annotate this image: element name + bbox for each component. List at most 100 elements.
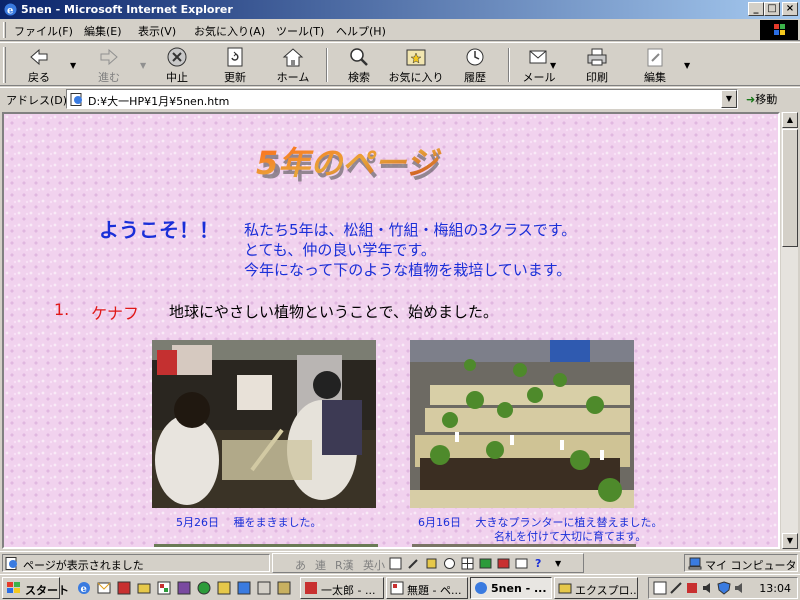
minimize-button[interactable]: _ [748, 2, 764, 16]
mail-dropdown-icon[interactable]: ▼ [550, 61, 556, 70]
edit-dropdown-icon[interactable]: ▼ [684, 61, 690, 70]
ime-kanji[interactable]: R漢 [335, 557, 354, 573]
section-name: ケナフ [91, 304, 140, 323]
page-content: 5年のページ 5年のページ ようこそ！！ 私たち5年は、松組・竹組・梅組の3クラ… [2, 112, 780, 549]
app2-quicklaunch-icon[interactable] [216, 580, 232, 596]
ie-icon [475, 582, 487, 594]
app5-quicklaunch-icon[interactable] [276, 580, 292, 596]
home-button[interactable]: ホーム [270, 46, 316, 84]
task-paint[interactable]: 無題 - ペ... [386, 577, 468, 599]
ime-pad-icon[interactable] [389, 557, 402, 570]
vertical-scrollbar[interactable]: ▲ ▼ [780, 112, 798, 549]
history-button[interactable]: 履歴 [452, 46, 498, 84]
explorer-quicklaunch-icon[interactable] [136, 580, 152, 596]
tray-pen-icon[interactable] [669, 581, 683, 595]
task-ichitaro[interactable]: 一太郎 - ... [300, 577, 384, 599]
ime-green-icon[interactable] [479, 557, 492, 570]
back-label: 戻る [28, 71, 50, 84]
print-button[interactable]: 印刷 [574, 46, 620, 84]
ime-dictionary-icon[interactable] [425, 557, 438, 570]
task-label: 無題 - ペ... [407, 584, 462, 597]
task-ie-5nen[interactable]: 5nen - ... [470, 577, 552, 599]
start-button[interactable]: スタート [2, 577, 69, 599]
close-button[interactable]: × [782, 2, 798, 16]
app-quicklaunch-icon[interactable] [196, 580, 212, 596]
page-icon [70, 93, 82, 106]
ie-quicklaunch-icon[interactable]: e [76, 580, 92, 596]
page-title: 5年のページ [256, 144, 442, 182]
address-dropdown-icon[interactable]: ▼ [721, 90, 737, 108]
tray-volume-icon[interactable] [701, 581, 715, 595]
search-label: 検索 [348, 71, 370, 84]
forward-button[interactable]: 進む [86, 46, 132, 84]
scroll-up-icon[interactable]: ▲ [782, 112, 798, 128]
menubar-grip [3, 22, 6, 38]
ichitaro-icon [305, 582, 317, 594]
back-button[interactable]: 戻る [16, 46, 62, 84]
ime-pen-icon[interactable] [407, 557, 420, 570]
stop-button[interactable]: 中止 [154, 46, 200, 84]
ime-hiragana[interactable]: あ [295, 557, 306, 573]
forward-dropdown-icon[interactable]: ▼ [140, 61, 146, 70]
tray-shield-icon[interactable] [717, 581, 731, 595]
mail-icon [529, 50, 547, 64]
refresh-button[interactable]: 更新 [212, 46, 258, 84]
menu-favorites[interactable]: お気に入り(A) [194, 23, 265, 39]
stop-label: 中止 [166, 71, 188, 84]
svg-text:e: e [81, 584, 87, 595]
forward-arrow-icon [100, 48, 118, 66]
status-bar: ページが表示されました あ 連 R漢 英小 ? ▼ マイ コンピュータ [0, 551, 800, 573]
scroll-thumb[interactable] [782, 129, 798, 247]
ime-conversion[interactable]: 連 [315, 557, 326, 573]
ime-menu-icon[interactable]: ▼ [555, 559, 561, 568]
clock[interactable]: 13:04 [759, 582, 791, 595]
ime-help-icon[interactable]: ? [535, 557, 541, 570]
menu-bar: ファイル(F) 編集(E) 表示(V) お気に入り(A) ツール(T) ヘルプ(… [0, 19, 800, 41]
ime-english[interactable]: 英小 [363, 557, 385, 573]
favorites-button[interactable]: お気に入り [388, 46, 444, 84]
photo-caption-1: 5月26日 種をまきました。 [176, 516, 322, 529]
paint-quicklaunch-icon[interactable] [156, 580, 172, 596]
maximize-button[interactable]: □ [764, 2, 780, 16]
menu-edit[interactable]: 編集(E) [84, 23, 122, 39]
search-button[interactable]: 検索 [336, 46, 382, 84]
start-label: スタート [25, 584, 69, 597]
tool-quicklaunch-icon[interactable] [176, 580, 192, 596]
ime-red-icon[interactable] [497, 557, 510, 570]
tray-speaker-icon[interactable] [733, 581, 747, 595]
welcome-heading: ようこそ！！ [99, 218, 219, 242]
ime-circle-icon[interactable] [443, 557, 456, 570]
toolbar-separator [508, 48, 510, 82]
app4-quicklaunch-icon[interactable] [256, 580, 272, 596]
go-button[interactable]: ➜移動 [746, 91, 777, 107]
favorites-icon [406, 49, 426, 66]
task-explorer[interactable]: エクスプロ... [554, 577, 638, 599]
tray-network-icon[interactable] [685, 581, 699, 595]
stop-icon [167, 47, 187, 67]
address-input[interactable]: D:¥大一HP¥1月¥5nen.htm ▼ [66, 89, 738, 109]
status-text: ページが表示されました [23, 559, 144, 572]
favorites-label: お気に入り [388, 71, 444, 84]
task-label: 5nen - ... [491, 582, 547, 595]
next-photo-partial [412, 544, 636, 547]
edit-button[interactable]: 編集 [632, 46, 678, 84]
scroll-down-icon[interactable]: ▼ [782, 533, 798, 549]
menu-view[interactable]: 表示(V) [138, 23, 176, 39]
ichitaro-quicklaunch-icon[interactable] [116, 580, 132, 596]
ime-book-icon[interactable] [515, 557, 528, 570]
print-label: 印刷 [586, 71, 608, 84]
toolbar: 戻る ▼ 進む ▼ 中止 更新 ホーム 検索 お気に入り 履歴 メール ▼ 印刷 [0, 42, 800, 86]
tray-app-icon[interactable] [653, 581, 667, 595]
mail-label: メール [522, 71, 556, 84]
my-computer-icon [688, 557, 702, 570]
ime-toolbar[interactable]: あ 連 R漢 英小 ? ▼ [272, 553, 584, 573]
app3-quicklaunch-icon[interactable] [236, 580, 252, 596]
menu-help[interactable]: ヘルプ(H) [336, 23, 386, 39]
ie-icon: e [4, 3, 17, 17]
menu-tools[interactable]: ツール(T) [276, 23, 324, 39]
back-dropdown-icon[interactable]: ▼ [70, 61, 76, 70]
outlook-quicklaunch-icon[interactable] [96, 580, 112, 596]
forward-label: 進む [98, 71, 120, 84]
menu-file[interactable]: ファイル(F) [14, 23, 73, 39]
ime-grid-icon[interactable] [461, 557, 474, 570]
